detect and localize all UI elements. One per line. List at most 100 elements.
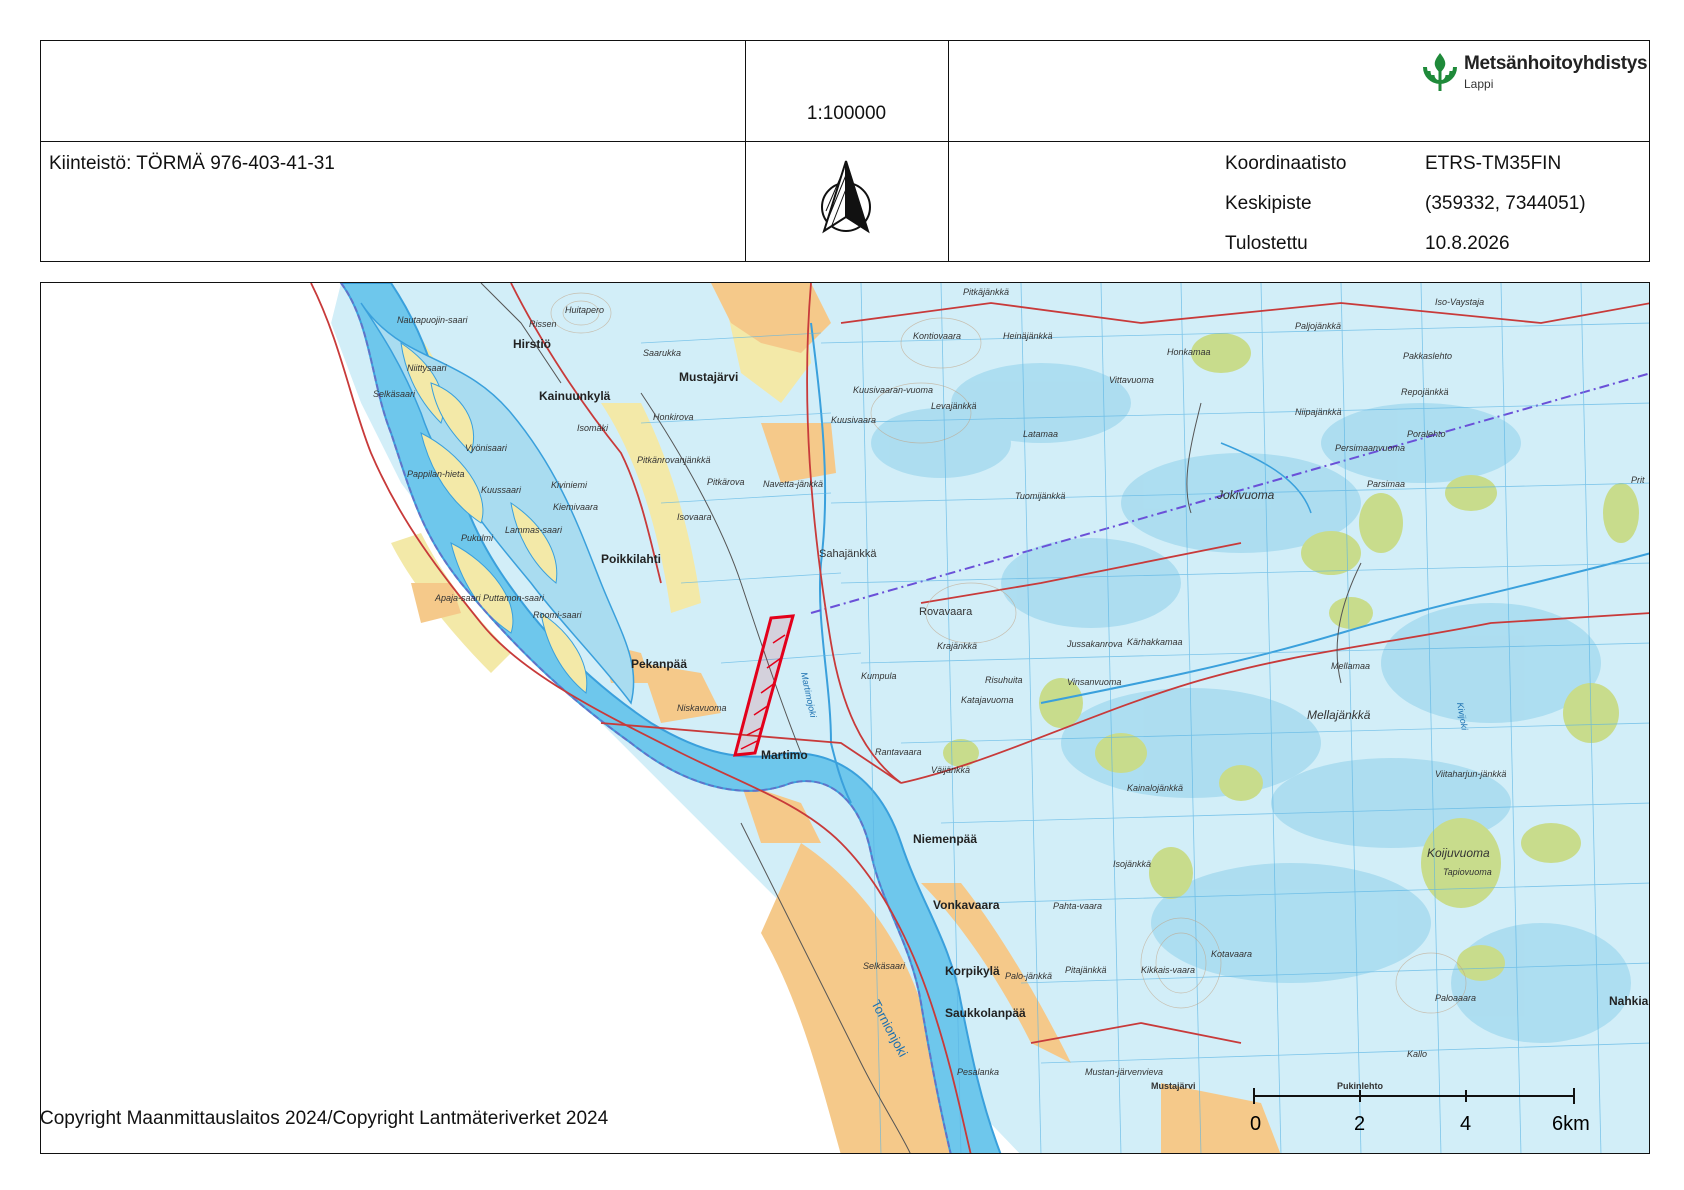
meta-value-printed: 10.8.2026	[1425, 233, 1510, 254]
topographic-map: Hirstiö Kainuunkylä Mustajärvi Poikkilah…	[41, 283, 1650, 1153]
label-place: Puttamon-saari	[483, 593, 545, 603]
label-place: Pappilan-hieta	[407, 469, 465, 479]
label-place: Poralehto	[1407, 429, 1446, 439]
label-place: Isomäki	[577, 423, 609, 433]
scale-tick-0: 0	[1250, 1113, 1261, 1135]
label-place: Parsimaa	[1367, 479, 1405, 489]
label-place: Kainalojänkkä	[1127, 783, 1183, 793]
label-place: Mustan-järvenvieva	[1085, 1067, 1163, 1077]
label-place: Selkäsaari	[373, 389, 416, 399]
label-place: Koijuvuoma	[1427, 846, 1490, 860]
label-place: Krajänkkä	[937, 641, 977, 651]
scale-tick-2: 2	[1354, 1113, 1365, 1135]
label-place: Pitkärova	[707, 477, 745, 487]
label-place: Huitapero	[565, 305, 604, 315]
label-place: Mellajänkkä	[1307, 708, 1371, 722]
label-niemenpaa: Niemenpää	[913, 832, 977, 846]
label-place: Kumpula	[861, 671, 897, 681]
label-place: Levajänkkä	[931, 401, 977, 411]
label-place: Apaja-saari	[434, 593, 482, 603]
label-place: Vyönisaari	[465, 443, 508, 453]
label-place: Jussakanrova	[1066, 639, 1123, 649]
scale-tick-4: 4	[1460, 1113, 1471, 1135]
header-table: 1:100000 Kiinteistö: TÖRMÄ 976-403-41-31…	[40, 40, 1650, 262]
label-place: Honkamaa	[1167, 347, 1211, 357]
label-place: Palo-jänkkä	[1005, 971, 1052, 981]
scale-tick-6km: 6km	[1552, 1113, 1590, 1135]
label-poikkilahti: Poikkilahti	[601, 552, 661, 566]
label-place: Kiemivaara	[553, 502, 598, 512]
label-place: Navetta-jänkkä	[763, 479, 823, 489]
label-place: Kuussaari	[481, 485, 522, 495]
label-place: Paljojänkkä	[1295, 321, 1341, 331]
label-place: Isovaara	[677, 512, 712, 522]
organization-logo: Metsänhoitoyhdistys Lappi	[1420, 45, 1650, 97]
label-place: Vittavuoma	[1109, 375, 1154, 385]
header-divider-vertical-1	[745, 41, 746, 261]
label-place: Iso-Vaystaja	[1435, 297, 1484, 307]
label-place: Risuhuita	[985, 675, 1023, 685]
label-place: Kallo	[1407, 1049, 1427, 1059]
logo-subtitle: Lappi	[1464, 77, 1494, 91]
label-korpikyla: Korpikylä	[945, 964, 1000, 978]
label-place: Pahta-vaara	[1053, 901, 1102, 911]
label-place: Niipajänkkä	[1295, 407, 1342, 417]
label-place: Kontiovaara	[913, 331, 961, 341]
label-place: Sahajänkkä	[819, 548, 877, 560]
label-place: Katajavuoma	[961, 695, 1014, 705]
logo-name: Metsänhoitoyhdistys	[1464, 53, 1648, 74]
label-place: Pukulmi	[461, 533, 494, 543]
scale-bar: 0 2 4 6km	[1250, 1088, 1590, 1135]
header-divider-horizontal	[41, 141, 1649, 142]
label-place: Rantavaara	[875, 747, 922, 757]
map-view[interactable]: Hirstiö Kainuunkylä Mustajärvi Poikkilah…	[40, 282, 1650, 1154]
label-saukkolanpaa: Saukkolanpää	[945, 1006, 1026, 1020]
label-place: Kiviniemi	[551, 480, 588, 490]
meta-label-printed: Tulostettu	[1225, 233, 1308, 254]
header-divider-vertical-2	[948, 41, 949, 261]
label-place: Vinsanvuoma	[1067, 677, 1121, 687]
label-kainuunkyla: Kainuunkylä	[539, 389, 611, 403]
label-place: Niittysaari	[407, 363, 448, 373]
label-place: Mustajärvi	[1151, 1081, 1196, 1091]
label-place: Persimaanvuoma	[1335, 443, 1405, 453]
label-place: Rissen	[529, 319, 557, 329]
label-martimo: Martimo	[761, 748, 808, 762]
label-place: Paloaaara	[1435, 993, 1476, 1003]
label-pekanpaa: Pekanpää	[631, 657, 687, 671]
label-place: Heinäjänkkä	[1003, 331, 1053, 341]
label-place: Saarukka	[643, 348, 681, 358]
property-id: Kiinteistö: TÖRMÄ 976-403-41-31	[49, 153, 335, 174]
label-place: Isojänkkä	[1113, 859, 1151, 869]
label-place: Kuusivaaran-vuoma	[853, 385, 933, 395]
label-place: Mellamaa	[1331, 661, 1370, 671]
label-place: Väijänkkä	[931, 765, 970, 775]
label-place: Pitkäjänkkä	[963, 287, 1009, 297]
label-mustajarvi: Mustajärvi	[679, 370, 738, 384]
label-place: Roomi-saari	[533, 610, 583, 620]
label-nahkiais: Nahkiais	[1609, 994, 1650, 1008]
meta-label-center-point: Keskipiste	[1225, 193, 1312, 214]
meta-value-center-point: (359332, 7344051)	[1425, 193, 1586, 214]
label-place: Lammas-saari	[505, 525, 563, 535]
label-place: Pitajänkkä	[1065, 965, 1107, 975]
label-place: Kuusivaara	[831, 415, 876, 425]
label-place: Viitaharjun-jänkkä	[1435, 769, 1506, 779]
copyright-notice: Copyright Maanmittauslaitos 2024/Copyrig…	[40, 1108, 609, 1129]
label-place: Kikkais-vaara	[1141, 965, 1195, 975]
north-arrow-icon	[821, 160, 871, 234]
label-place: Prit	[1631, 475, 1645, 485]
map-scale: 1:100000	[806, 103, 887, 124]
label-place: Repojänkkä	[1401, 387, 1449, 397]
tree-logo-icon	[1423, 53, 1457, 91]
label-place: Pitkänrovanjänkkä	[637, 455, 711, 465]
label-place: Latamaa	[1023, 429, 1058, 439]
label-hirstio: Hirstiö	[513, 337, 551, 351]
label-place: Nautapuojin-saari	[397, 315, 469, 325]
label-place: Pakkaslehto	[1403, 351, 1452, 361]
label-place: Kotavaara	[1211, 949, 1252, 959]
label-place: Selkäsaari	[863, 961, 906, 971]
label-place: Tuomijänkkä	[1015, 491, 1065, 501]
label-place: Jokivuoma	[1216, 488, 1275, 502]
label-place: Pesalanka	[957, 1067, 999, 1077]
